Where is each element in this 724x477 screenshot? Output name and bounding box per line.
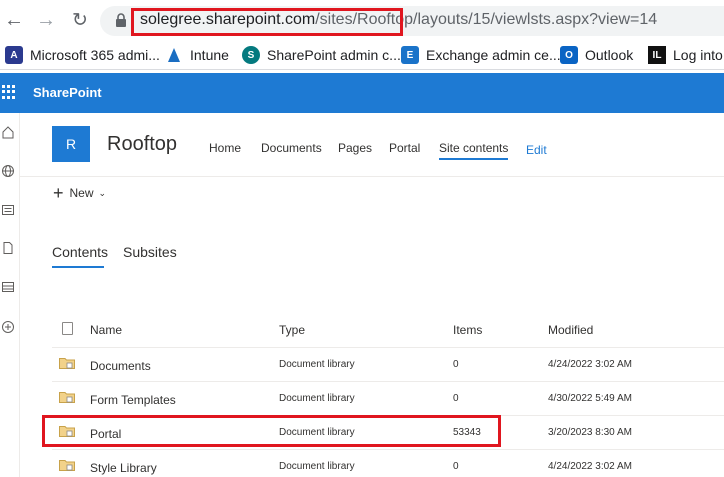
library-icon: [59, 460, 75, 471]
chevron-down-icon: ⌄: [98, 187, 107, 198]
file-type-header-icon: [62, 322, 73, 335]
portal-row-highlight-box: [42, 415, 501, 447]
file-icon[interactable]: [1, 241, 15, 255]
bookmark-exchange-admin[interactable]: E Exchange admin ce...: [401, 45, 561, 65]
bookmark-intune[interactable]: Intune: [165, 45, 229, 65]
url-rest: layouts/15/viewlsts.aspx?view=14: [417, 11, 658, 28]
row-modified: 4/24/2022 3:02 AM: [548, 359, 632, 370]
new-button[interactable]: + New ⌄: [53, 183, 107, 203]
home-icon[interactable]: [1, 125, 15, 139]
bookmark-label: Microsoft 365 admi...: [30, 47, 160, 63]
bookmark-label: Outlook: [585, 47, 634, 63]
library-icon: [59, 392, 75, 403]
header-divider: [20, 176, 724, 177]
bookmark-m365-admin[interactable]: A Microsoft 365 admi...: [5, 45, 160, 65]
active-tab-indicator: [52, 266, 104, 268]
suite-title[interactable]: SharePoint: [33, 85, 102, 100]
row-type: Document library: [279, 359, 355, 370]
browser-toolbar: ← → ↻ solegree.sharepoint.com/sites/Roof…: [0, 0, 724, 40]
topnav-home[interactable]: Home: [209, 141, 241, 155]
library-icon: [59, 358, 75, 369]
topnav-pages[interactable]: Pages: [338, 141, 372, 155]
topnav-portal[interactable]: Portal: [389, 141, 420, 155]
reload-icon[interactable]: ↻: [68, 8, 92, 32]
site-title[interactable]: Rooftop: [107, 133, 177, 156]
column-header-name[interactable]: Name: [90, 323, 122, 337]
intune-icon: [168, 48, 180, 62]
left-app-rail: [0, 113, 20, 477]
row-items: 0: [453, 461, 459, 472]
add-circle-icon[interactable]: [1, 320, 15, 334]
sharepoint-icon: S: [242, 46, 260, 64]
column-header-items[interactable]: Items: [453, 323, 482, 337]
outlook-icon: O: [560, 46, 578, 64]
back-arrow-icon[interactable]: ←: [2, 8, 26, 32]
edit-nav-link[interactable]: Edit: [526, 143, 547, 157]
row-divider: [52, 347, 724, 348]
row-items: 0: [453, 359, 459, 370]
topnav-site-contents[interactable]: Site contents: [439, 141, 509, 160]
suite-bar: SharePoint: [0, 73, 724, 113]
bookmarks-bar: A Microsoft 365 admi... Intune S SharePo…: [0, 40, 724, 70]
list-icon[interactable]: [1, 280, 15, 294]
row-name[interactable]: Style Library: [90, 461, 157, 475]
url-highlight-box: [131, 8, 403, 36]
bookmark-label: SharePoint admin c...: [267, 47, 401, 63]
row-modified: 3/20/2023 8:30 AM: [548, 427, 632, 438]
row-name[interactable]: Form Templates: [90, 393, 176, 407]
row-modified: 4/30/2022 5:49 AM: [548, 393, 632, 404]
m365-admin-icon: A: [5, 46, 23, 64]
row-modified: 4/24/2022 3:02 AM: [548, 461, 632, 472]
tab-subsites[interactable]: Subsites: [123, 244, 177, 260]
row-type: Document library: [279, 393, 355, 404]
column-header-modified[interactable]: Modified: [548, 323, 593, 337]
site-logo[interactable]: R: [52, 126, 90, 162]
plus-icon: +: [53, 183, 64, 203]
topnav-documents[interactable]: Documents: [261, 141, 322, 155]
new-button-label: New: [69, 186, 94, 200]
bookmark-label: Intune: [190, 47, 229, 63]
row-divider: [52, 381, 724, 382]
row-name[interactable]: Documents: [90, 359, 151, 373]
news-icon[interactable]: [1, 203, 15, 217]
globe-icon[interactable]: [1, 164, 15, 178]
row-divider: [52, 449, 724, 450]
bookmark-label: Exchange admin ce...: [426, 47, 561, 63]
column-header-type[interactable]: Type: [279, 323, 305, 337]
tab-contents[interactable]: Contents: [52, 244, 108, 260]
exchange-icon: E: [401, 46, 419, 64]
bookmark-log-into[interactable]: IL Log into I: [648, 45, 724, 65]
row-items: 0: [453, 393, 459, 404]
lil-icon: IL: [648, 46, 666, 64]
bookmark-outlook[interactable]: O Outlook: [560, 45, 633, 65]
lock-icon: [116, 13, 126, 27]
bookmark-sharepoint-admin[interactable]: S SharePoint admin c...: [242, 45, 401, 65]
forward-arrow-icon[interactable]: →: [34, 8, 58, 32]
row-type: Document library: [279, 461, 355, 472]
app-launcher-icon[interactable]: [2, 85, 16, 99]
bookmark-label: Log into I: [673, 47, 724, 63]
